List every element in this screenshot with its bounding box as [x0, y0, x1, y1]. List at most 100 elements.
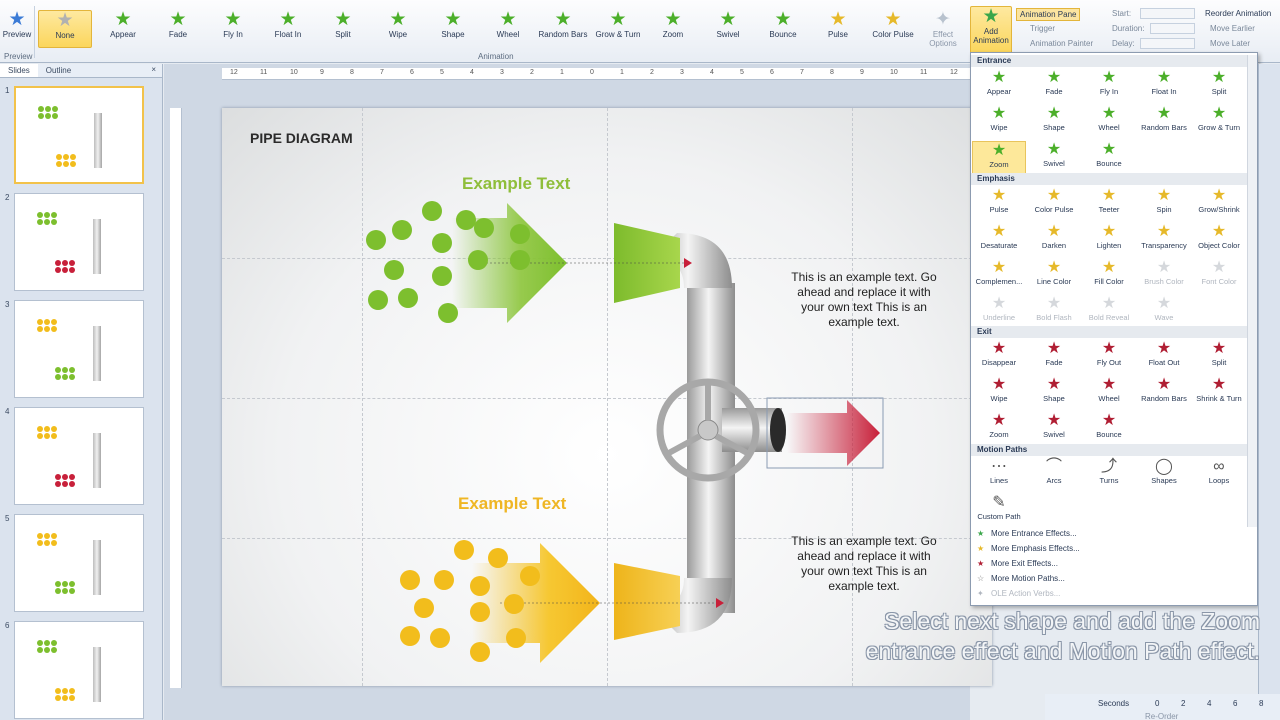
effect-shape[interactable]: ★ Shape: [426, 10, 480, 48]
delay-field[interactable]: [1140, 38, 1195, 49]
gallery-effect-wheel[interactable]: ★ Wheel: [1082, 105, 1136, 139]
effect-float-in[interactable]: ★ Float In: [261, 10, 315, 48]
ole-action-verbs[interactable]: ✦ OLE Action Verbs...: [977, 589, 1060, 598]
effect-wheel[interactable]: ★ Wheel: [481, 10, 535, 48]
preview-button[interactable]: ★ Preview: [2, 10, 32, 48]
gallery-effect-fade[interactable]: ★ Fade: [1027, 69, 1081, 103]
effect-options-button[interactable]: ✦ Effect Options: [926, 10, 960, 49]
gallery-effect-split[interactable]: ★ Split: [1192, 340, 1246, 374]
slide-thumbnail-row[interactable]: 3: [0, 300, 160, 400]
gallery-effect-bounce[interactable]: ★ Bounce: [1082, 412, 1136, 446]
seconds-label[interactable]: Seconds: [1098, 699, 1129, 708]
gallery-effect-shape[interactable]: ★ Shape: [1027, 376, 1081, 410]
effect-swivel[interactable]: ★ Swivel: [701, 10, 755, 48]
start-select[interactable]: [1140, 8, 1195, 19]
gallery-effect-shrink-turn[interactable]: ★ Shrink & Turn: [1192, 376, 1246, 410]
animation-pane-button[interactable]: Animation Pane: [1016, 8, 1081, 21]
slide-thumbnail-row[interactable]: 4: [0, 407, 160, 507]
gallery-effect-wipe[interactable]: ★ Wipe: [972, 376, 1026, 410]
gallery-effect-spin[interactable]: ★ Spin: [1137, 187, 1191, 221]
pipe-diagram-graphic[interactable]: [222, 108, 992, 686]
slide-thumbnail-row[interactable]: 5: [0, 514, 160, 614]
effect-grow-turn[interactable]: ★ Grow & Turn: [591, 10, 645, 48]
gallery-effect-wipe[interactable]: ★ Wipe: [972, 105, 1026, 139]
more-motion-paths[interactable]: ☆ More Motion Paths...: [977, 574, 1065, 583]
effect-pulse[interactable]: ★ Pulse: [811, 10, 865, 48]
tab-outline[interactable]: Outline: [38, 64, 79, 77]
slide-thumbnail[interactable]: [14, 193, 144, 291]
effect-fly-in[interactable]: ★ Fly In: [206, 10, 260, 48]
gallery-effect-random-bars[interactable]: ★ Random Bars: [1137, 376, 1191, 410]
duration-field[interactable]: [1150, 23, 1195, 34]
gallery-effect-wheel[interactable]: ★ Wheel: [1082, 376, 1136, 410]
trigger-button[interactable]: Trigger: [1030, 24, 1055, 33]
effect-wipe[interactable]: ★ Wipe: [371, 10, 425, 48]
gallery-effect-fly-out[interactable]: ★ Fly Out: [1082, 340, 1136, 374]
effect-bounce[interactable]: ★ Bounce: [756, 10, 810, 48]
motion-path-shapes[interactable]: ◯ Shapes: [1137, 458, 1191, 492]
effect-appear[interactable]: ★ Appear: [96, 10, 150, 48]
more-exit-effects[interactable]: ★ More Exit Effects...: [977, 559, 1058, 568]
gallery-scrollbar[interactable]: [1247, 55, 1257, 527]
gallery-effect-bounce[interactable]: ★ Bounce: [1082, 141, 1136, 175]
gallery-effect-swivel[interactable]: ★ Swivel: [1027, 141, 1081, 175]
animation-painter-button[interactable]: Animation Painter: [1030, 39, 1093, 48]
gallery-effect-swivel[interactable]: ★ Swivel: [1027, 412, 1081, 446]
more-emphasis-effects[interactable]: ★ More Emphasis Effects...: [977, 544, 1080, 553]
effect-random-bars[interactable]: ★ Random Bars: [536, 10, 590, 48]
gallery-effect-bold-reveal[interactable]: ★ Bold Reveal: [1082, 295, 1136, 329]
motion-path-custom-path[interactable]: ✎ Custom Path: [972, 494, 1026, 528]
gallery-effect-fade[interactable]: ★ Fade: [1027, 340, 1081, 374]
gallery-effect-float-in[interactable]: ★ Float In: [1137, 69, 1191, 103]
slide-thumbnail[interactable]: [14, 300, 144, 398]
move-later-button[interactable]: Move Later: [1210, 39, 1250, 48]
slide-thumbnail[interactable]: [14, 86, 144, 184]
effect-split[interactable]: ★ Split: [316, 10, 370, 48]
gallery-effect-appear[interactable]: ★ Appear: [972, 69, 1026, 103]
motion-path-loops[interactable]: ∞ Loops: [1192, 458, 1246, 492]
effect-none[interactable]: ★ None: [38, 10, 92, 48]
gallery-effect-wave[interactable]: ★ Wave: [1137, 295, 1191, 329]
gallery-effect-desaturate[interactable]: ★ Desaturate: [972, 223, 1026, 257]
move-earlier-button[interactable]: Move Earlier: [1210, 24, 1255, 33]
slide-thumbnail-row[interactable]: 2: [0, 193, 160, 293]
gallery-effect-float-out[interactable]: ★ Float Out: [1137, 340, 1191, 374]
motion-path-turns[interactable]: ⤴ Turns: [1082, 458, 1136, 492]
motion-path-arcs[interactable]: ⌒ Arcs: [1027, 458, 1081, 492]
gallery-effect-bold-flash[interactable]: ★ Bold Flash: [1027, 295, 1081, 329]
effect-zoom[interactable]: ★ Zoom: [646, 10, 700, 48]
slide-thumbnail-row[interactable]: 6: [0, 621, 160, 720]
gallery-effect-lighten[interactable]: ★ Lighten: [1082, 223, 1136, 257]
gallery-effect-line-color[interactable]: ★ Line Color: [1027, 259, 1081, 293]
gallery-effect-object-color[interactable]: ★ Object Color: [1192, 223, 1246, 257]
gallery-effect-fly-in[interactable]: ★ Fly In: [1082, 69, 1136, 103]
gallery-effect-font-color[interactable]: ★ Font Color: [1192, 259, 1246, 293]
gallery-effect-complemen[interactable]: ★ Complemen...: [972, 259, 1026, 293]
gallery-effect-random-bars[interactable]: ★ Random Bars: [1137, 105, 1191, 139]
gallery-effect-split[interactable]: ★ Split: [1192, 69, 1246, 103]
effect-color-pulse[interactable]: ★ Color Pulse: [866, 10, 920, 48]
slide-thumbnail[interactable]: [14, 407, 144, 505]
motion-path-lines[interactable]: ⋯ Lines: [972, 458, 1026, 492]
gallery-effect-pulse[interactable]: ★ Pulse: [972, 187, 1026, 221]
slide-thumbnail-row[interactable]: 1: [0, 86, 160, 186]
gallery-effect-disappear[interactable]: ★ Disappear: [972, 340, 1026, 374]
gallery-effect-fill-color[interactable]: ★ Fill Color: [1082, 259, 1136, 293]
more-entrance-effects[interactable]: ★ More Entrance Effects...: [977, 529, 1077, 538]
gallery-effect-shape[interactable]: ★ Shape: [1027, 105, 1081, 139]
gallery-effect-zoom[interactable]: ★ Zoom: [972, 141, 1026, 175]
gallery-effect-color-pulse[interactable]: ★ Color Pulse: [1027, 187, 1081, 221]
gallery-effect-zoom[interactable]: ★ Zoom: [972, 412, 1026, 446]
close-icon[interactable]: ×: [145, 64, 162, 77]
gallery-effect-brush-color[interactable]: ★ Brush Color: [1137, 259, 1191, 293]
slide-thumbnail[interactable]: [14, 514, 144, 612]
gallery-effect-underline[interactable]: ★ Underline: [972, 295, 1026, 329]
effect-fade[interactable]: ★ Fade: [151, 10, 205, 48]
tab-slides[interactable]: Slides: [0, 64, 38, 77]
gallery-effect-transparency[interactable]: ★ Transparency: [1137, 223, 1191, 257]
gallery-effect-teeter[interactable]: ★ Teeter: [1082, 187, 1136, 221]
gallery-effect-darken[interactable]: ★ Darken: [1027, 223, 1081, 257]
slide-thumbnail[interactable]: [14, 621, 144, 719]
gallery-effect-grow-shrink[interactable]: ★ Grow/Shrink: [1192, 187, 1246, 221]
gallery-effect-grow-turn[interactable]: ★ Grow & Turn: [1192, 105, 1246, 139]
